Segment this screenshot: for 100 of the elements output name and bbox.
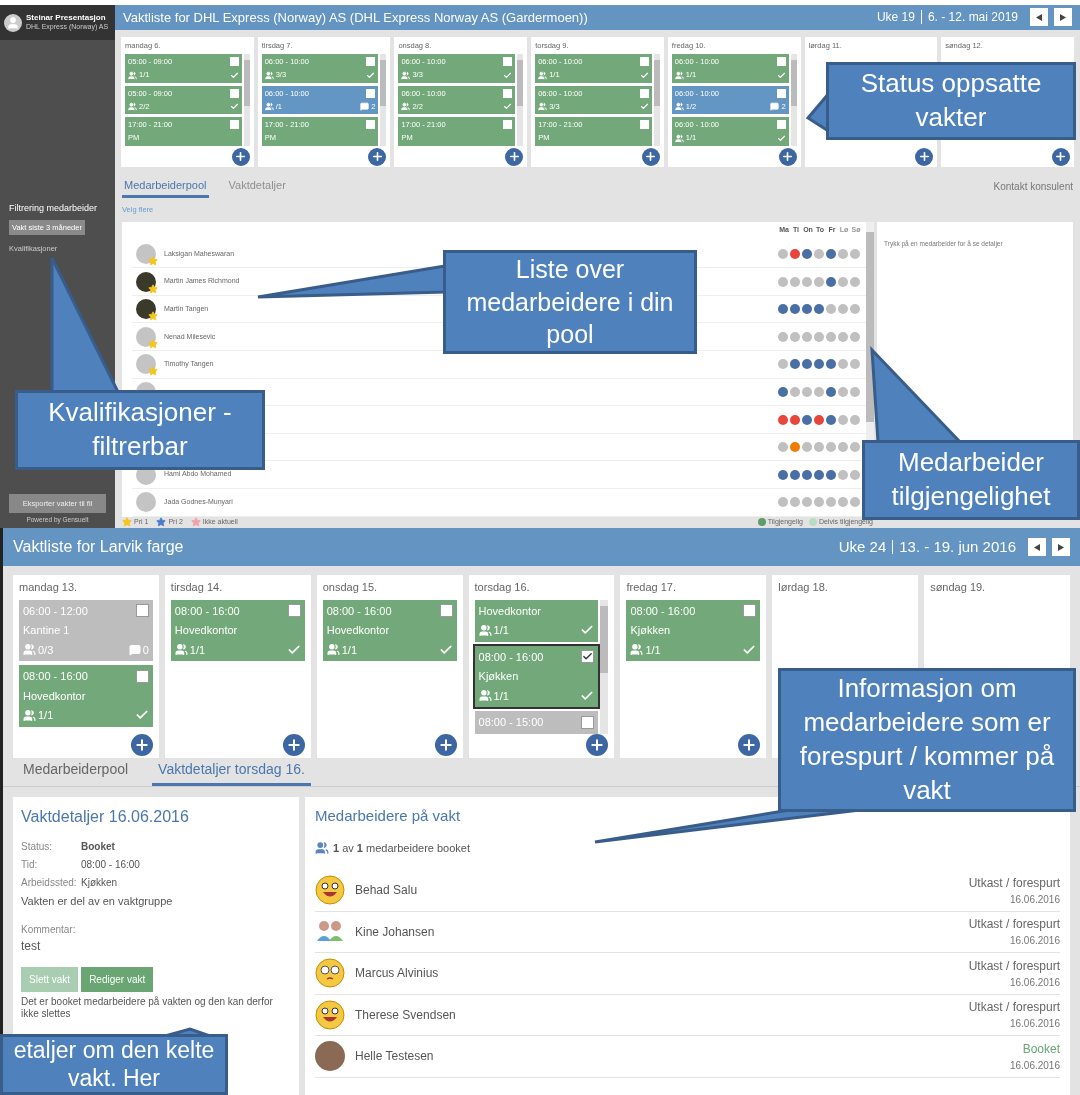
add-shift-button[interactable] xyxy=(368,147,387,166)
scrollbar[interactable] xyxy=(600,599,609,734)
add-shift-button[interactable] xyxy=(1052,147,1070,166)
booking-status: Utkast / forespurt xyxy=(968,999,1060,1017)
comment-label: Kommentar: xyxy=(21,922,77,937)
add-shift-button[interactable] xyxy=(282,733,305,756)
person-name[interactable]: Kine Johansen xyxy=(355,922,435,941)
booking-status: Utkast / forespurt xyxy=(968,916,1060,934)
field-value: 08:00 - 16:00 xyxy=(81,858,140,872)
add-shift-button[interactable] xyxy=(231,147,250,166)
checkbox[interactable] xyxy=(639,88,649,98)
checkbox[interactable] xyxy=(135,604,149,618)
checkbox[interactable] xyxy=(229,120,239,130)
scrollbar[interactable] xyxy=(790,54,797,146)
add-shift-button[interactable] xyxy=(586,733,609,756)
people-icon xyxy=(538,102,548,112)
page-title: Vaktliste for DHL Express (Norway) AS (DHL Express Norway AS (Gardermoen)) xyxy=(123,8,588,27)
plus-icon xyxy=(234,150,248,164)
booking-status: Utkast / forespurt xyxy=(968,957,1060,975)
shift-card[interactable]: 08:00 - 16:00 Hovedkontor 1/1 xyxy=(19,665,153,727)
add-shift-button[interactable] xyxy=(434,733,457,756)
checkbox[interactable] xyxy=(503,88,513,98)
checkbox[interactable] xyxy=(776,57,786,67)
add-shift-button[interactable] xyxy=(738,733,761,756)
add-shift-button[interactable] xyxy=(130,733,153,756)
contact-link[interactable]: Kontakt konsulent xyxy=(993,179,1073,199)
shift-count: 1/1 xyxy=(189,642,206,658)
people-icon xyxy=(674,102,684,112)
people-icon xyxy=(128,102,137,112)
shift-card[interactable]: 08:00 - 15:00 xyxy=(474,711,599,734)
person-name[interactable]: Helle Testesen xyxy=(355,1047,434,1066)
page-title: Vaktliste for Larvik farge xyxy=(13,537,184,557)
people-icon xyxy=(264,102,274,112)
checkbox[interactable] xyxy=(581,650,595,664)
shift-card[interactable]: 08:00 - 16:00 Kjøkken 1/1 xyxy=(626,599,761,661)
people-icon xyxy=(630,643,644,657)
checkbox[interactable] xyxy=(503,120,513,130)
previous-week-button[interactable] xyxy=(1030,8,1048,27)
checkbox[interactable] xyxy=(743,604,757,618)
next-week-button[interactable] xyxy=(1054,8,1072,27)
tab[interactable]: Vaktdetaljer xyxy=(226,176,288,199)
plus-icon xyxy=(370,150,384,164)
tab[interactable]: Medarbeiderpool xyxy=(122,176,209,199)
shift-count: 1/1 xyxy=(493,688,509,704)
checkbox[interactable] xyxy=(229,57,239,67)
comment-icon xyxy=(128,643,141,656)
shift-card[interactable]: 08:00 - 16:00 Hovedkontor 1/1 xyxy=(322,599,457,661)
triangle-right-icon xyxy=(1058,543,1064,551)
booking-date: 16.06.2016 xyxy=(1009,892,1060,907)
day-label: torsdag 16. xyxy=(474,580,531,595)
shift-card[interactable]: 08:00 - 16:00 Hovedkontor 1/1 xyxy=(170,599,305,661)
people-icon xyxy=(23,643,36,657)
checkbox[interactable] xyxy=(776,120,786,130)
shift-card[interactable]: 06:00 - 12:00 Kantine 1 0/3 0 xyxy=(19,599,153,661)
details-title: Vaktdetaljer 16.06.2016 xyxy=(21,807,190,827)
add-shift-button[interactable] xyxy=(778,147,797,166)
checkbox[interactable] xyxy=(776,88,786,98)
week-label: Uke 19 xyxy=(876,9,915,27)
checkbox[interactable] xyxy=(287,604,301,618)
next-week-button[interactable] xyxy=(1052,538,1070,556)
checkbox[interactable] xyxy=(503,57,513,67)
checkbox[interactable] xyxy=(366,57,376,67)
shift-card[interactable]: Hovedkontor 1/1 xyxy=(474,599,599,642)
edit-button[interactable]: Rediger vakt xyxy=(81,966,154,992)
shift-place: Hovedkontor xyxy=(23,688,87,704)
shift-card[interactable]: 08:00 - 16:00 Kjøkken 1/1 xyxy=(474,645,599,707)
group-note: Vakten er del av en vaktgruppe xyxy=(21,894,174,909)
plus-icon xyxy=(1054,150,1068,164)
tab[interactable]: Medarbeiderpool xyxy=(17,759,135,786)
checkbox[interactable] xyxy=(439,604,453,618)
add-shift-button[interactable] xyxy=(641,147,660,166)
person-name[interactable]: Marcus Alvinius xyxy=(355,964,439,983)
shift-time: 08:00 - 16:00 xyxy=(630,603,696,619)
day-label: mandag 13. xyxy=(19,580,79,595)
tab[interactable]: Vaktdetaljer torsdag 16. xyxy=(152,759,311,786)
booking-status: Utkast / forespurt xyxy=(968,874,1060,892)
scrollbar[interactable] xyxy=(243,54,250,146)
shift-time: 06:00 - 12:00 xyxy=(23,603,88,619)
checkbox[interactable] xyxy=(366,120,376,130)
scrollbar[interactable] xyxy=(380,54,387,146)
checkbox[interactable] xyxy=(229,88,239,98)
person-name[interactable]: Therese Svendsen xyxy=(355,1005,456,1024)
add-shift-button[interactable] xyxy=(505,147,524,166)
plus-icon xyxy=(917,150,931,164)
day-label: tirsdag 14. xyxy=(170,580,224,595)
person-name[interactable]: Behad Salu xyxy=(355,881,418,900)
people-icon xyxy=(478,623,492,637)
previous-week-button[interactable] xyxy=(1028,538,1046,556)
checkbox[interactable] xyxy=(639,57,649,67)
people-icon xyxy=(401,70,411,80)
add-shift-button[interactable] xyxy=(915,147,934,166)
plus-icon xyxy=(644,150,658,164)
scrollbar[interactable] xyxy=(653,54,660,146)
checkbox[interactable] xyxy=(135,669,149,683)
checkbox[interactable] xyxy=(639,120,649,130)
plus-icon xyxy=(507,150,521,164)
checkbox[interactable] xyxy=(366,88,376,98)
scrollbar[interactable] xyxy=(517,54,524,146)
checkbox[interactable] xyxy=(581,715,595,729)
people-icon xyxy=(128,70,137,80)
